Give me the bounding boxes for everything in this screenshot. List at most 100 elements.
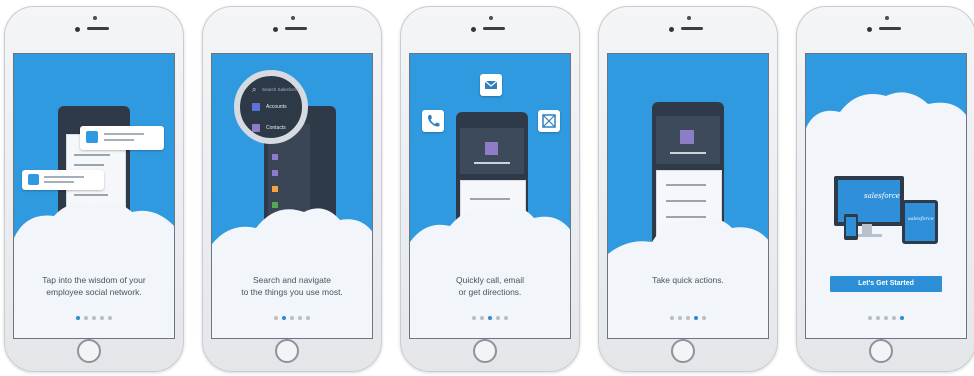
home-button[interactable] <box>275 339 299 363</box>
record-line <box>670 152 706 154</box>
front-camera <box>291 16 295 20</box>
tablet-screen <box>905 203 935 241</box>
phone-frame-3: Quickly call, email or get directions. <box>400 6 580 372</box>
front-camera <box>489 16 493 20</box>
record-line <box>474 162 510 164</box>
tablet-device: salesforce <box>902 200 938 244</box>
page-dot[interactable] <box>84 316 88 320</box>
page-dot[interactable] <box>76 316 80 320</box>
page-indicator[interactable] <box>410 316 570 320</box>
page-dot[interactable] <box>274 316 278 320</box>
bubble-line <box>44 176 84 178</box>
accounts-icon <box>252 103 260 111</box>
email-icon <box>480 74 502 96</box>
page-dot[interactable] <box>92 316 96 320</box>
page-indicator[interactable] <box>14 316 174 320</box>
page-dot[interactable] <box>892 316 896 320</box>
page-dot[interactable] <box>884 316 888 320</box>
page-dot[interactable] <box>670 316 674 320</box>
front-camera <box>687 16 691 20</box>
speaker-grille <box>87 27 109 30</box>
home-button[interactable] <box>77 339 101 363</box>
phone-device <box>844 214 858 240</box>
salesforce-logo: salesforce <box>908 216 934 222</box>
onboarding-screen-2: ⌕ Search Salesforce Accounts Contacts Se… <box>211 53 373 339</box>
map-icon <box>538 110 560 132</box>
caption-line-2: employee social network. <box>46 287 142 297</box>
onboarding-caption: Quickly call, email or get directions. <box>414 274 566 298</box>
page-dot[interactable] <box>496 316 500 320</box>
speaker-grille <box>879 27 901 30</box>
page-dot[interactable] <box>306 316 310 320</box>
salesforce-logo: salesforce <box>864 192 900 200</box>
monitor-stand <box>862 224 872 234</box>
feed-line <box>74 164 104 166</box>
detail-line <box>666 184 706 186</box>
get-started-button[interactable]: Let's Get Started <box>830 276 942 292</box>
phone-frame-5: salesforce salesforce Let's Get Started <box>796 6 974 372</box>
menu-item-accounts[interactable]: Accounts <box>266 104 287 110</box>
camera-dot <box>471 27 476 32</box>
chat-bubble <box>22 170 104 190</box>
caption-line-2: to the things you use most. <box>241 287 343 297</box>
avatar <box>28 174 39 185</box>
front-camera <box>93 16 97 20</box>
home-button[interactable] <box>671 339 695 363</box>
page-dot[interactable] <box>900 316 904 320</box>
avatar <box>86 131 98 143</box>
bubble-line <box>44 181 74 183</box>
record-avatar <box>485 142 498 155</box>
camera-dot <box>669 27 674 32</box>
caption-line-1: Search and navigate <box>253 275 331 285</box>
caption-line-1: Quickly call, email <box>455 275 525 285</box>
page-dot[interactable] <box>472 316 476 320</box>
bubble-line <box>104 133 144 135</box>
page-dot[interactable] <box>290 316 294 320</box>
mini-phone-screen <box>846 217 856 236</box>
front-camera <box>885 16 889 20</box>
phone-frame-2: ⌕ Search Salesforce Accounts Contacts Se… <box>202 6 382 372</box>
record-avatar <box>680 130 694 144</box>
page-dot[interactable] <box>100 316 104 320</box>
page-dot[interactable] <box>868 316 872 320</box>
onboarding-screen-4: + Take quick actions. <box>607 53 769 339</box>
page-indicator[interactable] <box>608 316 768 320</box>
page-indicator[interactable] <box>212 316 372 320</box>
page-dot[interactable] <box>876 316 880 320</box>
onboarding-caption: Take quick actions. <box>612 274 764 286</box>
onboarding-screen-1: Tap into the wisdom of your employee soc… <box>13 53 175 339</box>
menu-item-contacts[interactable]: Contacts <box>266 125 286 131</box>
home-button[interactable] <box>869 339 893 363</box>
page-dot[interactable] <box>298 316 302 320</box>
menu-icon-square <box>272 154 278 160</box>
onboarding-screen-5: salesforce salesforce Let's Get Started <box>805 53 967 339</box>
speaker-grille <box>483 27 505 30</box>
page-dot[interactable] <box>686 316 690 320</box>
phone-frame-1: Tap into the wisdom of your employee soc… <box>4 6 184 372</box>
page-dot[interactable] <box>480 316 484 320</box>
speaker-grille <box>285 27 307 30</box>
onboarding-caption: Tap into the wisdom of your employee soc… <box>18 274 170 298</box>
search-placeholder[interactable]: Search Salesforce <box>262 87 299 92</box>
page-dot[interactable] <box>678 316 682 320</box>
page-dot[interactable] <box>702 316 706 320</box>
caption-line-1: Take quick actions. <box>652 275 724 285</box>
page-indicator[interactable] <box>806 316 966 320</box>
phone-icon <box>422 110 444 132</box>
onboarding-caption: Search and navigate to the things you us… <box>216 274 368 298</box>
search-icon: ⌕ <box>252 85 257 94</box>
caption-line-1: Tap into the wisdom of your <box>42 275 146 285</box>
speaker-grille <box>681 27 703 30</box>
menu-icon-square <box>272 170 278 176</box>
menu-icon-square <box>272 186 278 192</box>
page-dot[interactable] <box>694 316 698 320</box>
camera-dot <box>867 27 872 32</box>
camera-dot <box>273 27 278 32</box>
page-dot[interactable] <box>488 316 492 320</box>
camera-dot <box>75 27 80 32</box>
chat-bubble <box>80 126 164 150</box>
page-dot[interactable] <box>504 316 508 320</box>
home-button[interactable] <box>473 339 497 363</box>
page-dot[interactable] <box>282 316 286 320</box>
page-dot[interactable] <box>108 316 112 320</box>
